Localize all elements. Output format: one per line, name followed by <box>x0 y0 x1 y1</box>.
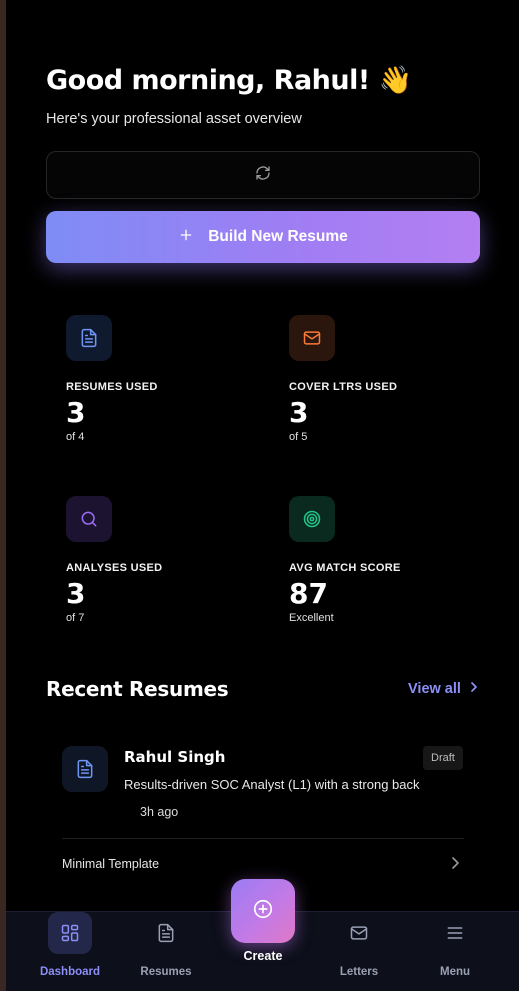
greeting-subtitle: Here's your professional asset overview <box>46 111 302 127</box>
divider <box>62 838 464 839</box>
plus-icon <box>178 227 194 248</box>
stat-resumes-used: RESUMES USED 3 of 4 <box>66 315 266 465</box>
nav-menu[interactable]: Menu <box>407 912 503 991</box>
nav-label: Resumes <box>140 966 192 978</box>
stat-label: RESUMES USED <box>66 381 158 393</box>
view-all-label: View all <box>408 681 461 697</box>
stat-value: 87 <box>289 577 328 610</box>
plus-circle-icon <box>252 898 274 925</box>
stat-sub: of 5 <box>289 431 308 443</box>
status-badge: Draft <box>423 746 463 770</box>
stat-label: AVG MATCH SCORE <box>289 562 401 574</box>
refresh-button[interactable] <box>46 151 480 199</box>
mail-icon <box>289 315 335 361</box>
resume-card[interactable]: Rahul Singh Draft Results-driven SOC Ana… <box>46 724 480 894</box>
resume-summary: Results-driven SOC Analyst (L1) with a s… <box>124 777 420 792</box>
stat-value: 3 <box>289 396 309 429</box>
nav-label: Menu <box>439 966 471 978</box>
build-new-resume-button[interactable]: Build New Resume <box>46 211 480 263</box>
chevron-right-icon <box>469 681 479 697</box>
dashboard-screen: Good morning, Rahul! 👋 Here's your profe… <box>6 0 519 991</box>
stat-avg-match-score: AVG MATCH SCORE 87 Excellent <box>289 496 489 646</box>
build-new-resume-label: Build New Resume <box>208 228 348 245</box>
stat-sub: of 7 <box>66 612 85 624</box>
document-icon <box>144 912 188 954</box>
resume-time: 3h ago <box>140 805 179 819</box>
document-icon <box>66 315 112 361</box>
resume-name: Rahul Singh <box>124 748 226 766</box>
nav-resumes[interactable]: Resumes <box>118 912 214 991</box>
stat-sub: Excellent <box>289 612 334 624</box>
stat-label: ANALYSES USED <box>66 562 163 574</box>
target-icon <box>289 496 335 542</box>
recent-resumes-title: Recent Resumes <box>46 677 229 701</box>
document-icon <box>62 746 108 792</box>
create-label: Create <box>243 949 283 963</box>
stat-value: 3 <box>66 396 86 429</box>
dashboard-icon <box>48 912 92 954</box>
stat-sub: of 4 <box>66 431 85 443</box>
nav-letters[interactable]: Letters <box>311 912 407 991</box>
mail-icon <box>337 912 381 954</box>
nav-dashboard[interactable]: Dashboard <box>22 912 118 991</box>
stat-analyses-used: ANALYSES USED 3 of 7 <box>66 496 266 646</box>
nav-label: Letters <box>339 966 379 978</box>
stat-label: COVER LTRS USED <box>289 381 398 393</box>
stat-cover-letters-used: COVER LTRS USED 3 of 5 <box>289 315 489 465</box>
resume-template: Minimal Template <box>62 857 160 871</box>
nav-label: Dashboard <box>39 966 101 978</box>
search-icon <box>66 496 112 542</box>
menu-icon <box>433 912 477 954</box>
refresh-icon <box>255 165 271 186</box>
create-button[interactable] <box>231 879 295 943</box>
view-all-link[interactable]: View all <box>408 681 479 697</box>
stat-value: 3 <box>66 577 86 610</box>
chevron-right-icon[interactable] <box>450 856 460 875</box>
greeting-title: Good morning, Rahul! 👋 <box>46 65 412 96</box>
